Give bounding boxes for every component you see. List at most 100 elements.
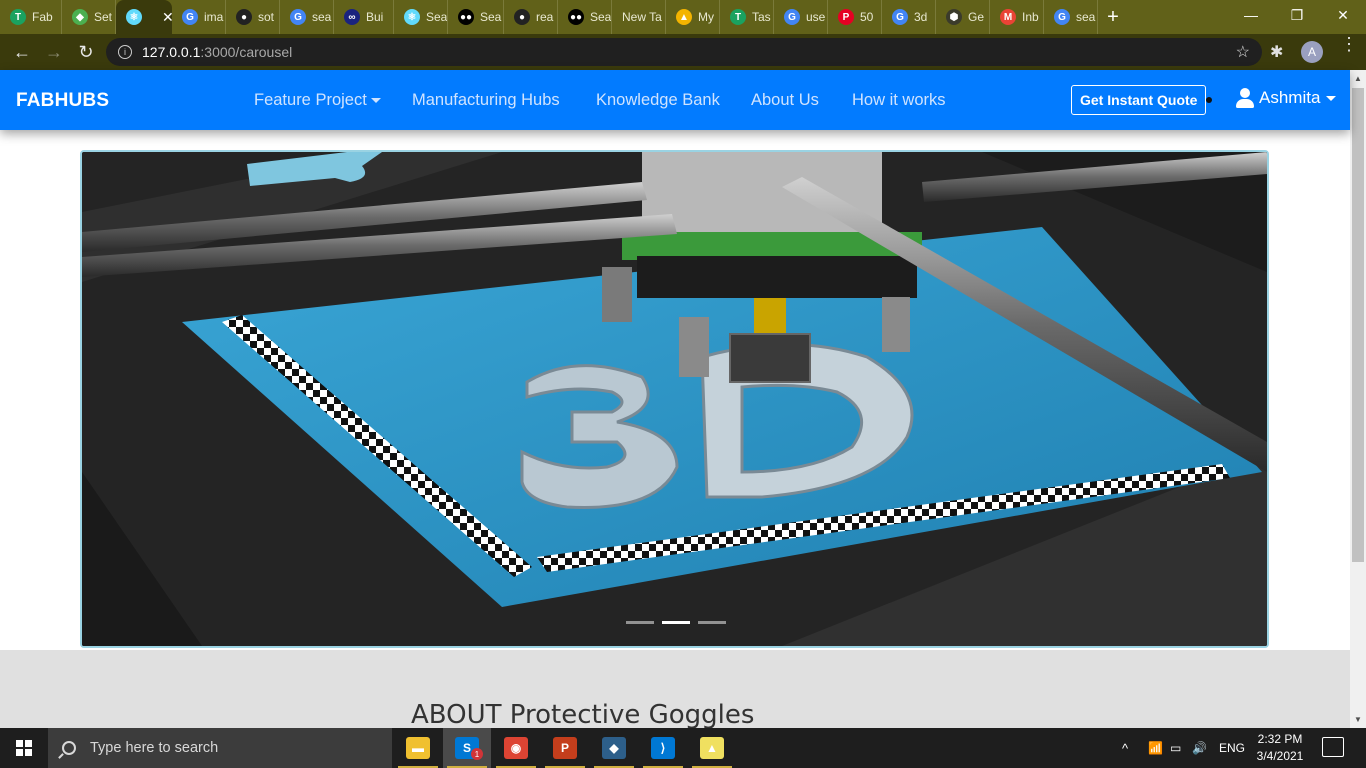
tab-label: ima (204, 10, 224, 24)
nav-feature-project[interactable]: Feature Project (254, 91, 381, 110)
tab-close-icon[interactable]: ✕ (162, 9, 172, 26)
browser-tab[interactable]: New Ta (612, 0, 666, 34)
browser-menu-icon[interactable]: ⋮ (1340, 35, 1358, 53)
battery-icon[interactable]: ▭ (1170, 728, 1181, 768)
system-clock[interactable]: 2:32 PM 3/4/2021 (1248, 731, 1312, 765)
browser-tab[interactable]: P 50 (828, 0, 882, 34)
browser-tab[interactable]: ∞ Bui (334, 0, 394, 34)
reload-button[interactable]: ↻ (70, 36, 102, 68)
browser-tab[interactable]: Gsea (1044, 0, 1098, 34)
taskbar-search[interactable]: Type here to search (48, 728, 392, 768)
taskbar-app-mysql-workbench[interactable]: ◆ (590, 728, 638, 768)
bookmark-star-icon[interactable]: ☆ (1236, 42, 1250, 62)
taskbar-app-chrome[interactable]: ◉ (492, 728, 540, 768)
taskbar-app-skype[interactable]: S1 (443, 728, 491, 768)
browser-tab[interactable]: G 3d (882, 0, 936, 34)
maximize-button[interactable]: ❐ (1274, 0, 1320, 30)
browser-tab[interactable]: ⚛ Sea (394, 0, 448, 34)
windows-taskbar: Type here to search ▬ S 1 ◉ P ◆ ⟩ ▲ ^ 📶 ▭ 🔊 ENG… (0, 728, 1366, 768)
taskbar-app-file-explorer[interactable]: ▬ (394, 728, 442, 768)
tab-label: sea (1076, 10, 1096, 24)
tab-label: My (698, 10, 714, 24)
tab-label: Tas (752, 10, 771, 24)
user-name: Ashmita (1259, 88, 1321, 107)
notification-center-icon[interactable] (1322, 737, 1344, 757)
browser-tab[interactable]: ● sot (226, 0, 280, 34)
browser-tab[interactable]: M Inb (990, 0, 1044, 34)
url-host: 127.0.0.1 (142, 44, 201, 60)
powerpoint-icon: P (553, 737, 577, 759)
taskbar-app-powerpoint[interactable]: P (541, 728, 589, 768)
browser-tab[interactable]: ⚛ ✕ (116, 0, 172, 34)
browser-tab[interactable]: Guse (774, 0, 828, 34)
site-brand[interactable]: FABHUBS (16, 90, 109, 112)
section-title: ABOUT Protective Goggles (411, 700, 755, 730)
taskbar-app-vscode[interactable]: ⟩ (639, 728, 687, 768)
site-info-icon[interactable]: i (118, 45, 132, 59)
page-scrollbar[interactable]: ▲ ▼ (1350, 70, 1366, 728)
extensions-icon[interactable]: ✱ (1270, 42, 1283, 62)
user-menu[interactable]: Ashmita (1236, 88, 1337, 108)
tab-favicon-icon: T (730, 9, 746, 25)
search-icon (62, 741, 76, 755)
browser-tab[interactable]: ⬢ Ge (936, 0, 990, 34)
tab-label: use (806, 10, 826, 24)
browser-tab[interactable]: T Fab (0, 0, 62, 34)
scrollbar-thumb[interactable] (1352, 88, 1364, 562)
browser-tab[interactable]: ◆ Set (62, 0, 116, 34)
taskbar-search-placeholder: Type here to search (90, 740, 219, 756)
chevron-down-icon (1326, 95, 1337, 101)
profile-avatar[interactable]: A (1301, 41, 1323, 63)
windows-logo-icon (16, 740, 32, 756)
volume-icon[interactable]: 🔊 (1192, 728, 1207, 768)
scroll-down-icon[interactable]: ▼ (1354, 715, 1362, 724)
address-bar[interactable]: i 127.0.0.1:3000/carousel ☆ (106, 38, 1262, 66)
tab-favicon-icon: T (10, 9, 26, 25)
browser-tab[interactable]: ▲ My (666, 0, 720, 34)
nav-feature-project-label: Feature Project (254, 91, 367, 109)
browser-tab[interactable]: Gsea (280, 0, 334, 34)
image-carousel[interactable] (80, 150, 1269, 648)
browser-tab[interactable]: ●● Sea (558, 0, 612, 34)
tab-label: New Ta (622, 10, 662, 24)
chrome-icon: ◉ (504, 737, 528, 759)
wifi-icon[interactable]: 📶 (1148, 728, 1163, 768)
tab-label: sea (312, 10, 332, 24)
browser-tab[interactable]: T Tas (720, 0, 774, 34)
back-button[interactable]: ← (6, 36, 38, 68)
tab-favicon-icon: G (290, 9, 306, 25)
browser-tab[interactable]: ●● Sea (448, 0, 504, 34)
tab-favicon-icon: ▲ (676, 9, 692, 25)
carousel-indicator[interactable] (662, 621, 690, 624)
start-button[interactable] (0, 728, 48, 768)
tab-favicon-icon: G (784, 9, 800, 25)
tab-favicon-icon: G (892, 9, 908, 25)
nav-manufacturing-hubs[interactable]: Manufacturing Hubs (412, 91, 560, 110)
tab-favicon-icon: ⚛ (404, 9, 420, 25)
tab-label: Sea (426, 10, 448, 24)
tab-label: rea (536, 10, 554, 24)
browser-tab[interactable]: ● rea (504, 0, 558, 34)
tab-favicon-icon: P (838, 9, 854, 25)
nav-about-us[interactable]: About Us (751, 91, 819, 110)
browser-tab-strip: T Fab ◆ Set ⚛ ✕ Gima ● sot Gsea ∞ Bui ⚛ Sea ●● Sea ● rea ●… (0, 0, 1366, 34)
close-window-button[interactable]: ✕ (1320, 0, 1366, 30)
minimize-button[interactable]: — (1228, 0, 1274, 30)
carousel-indicator[interactable] (626, 621, 654, 624)
tab-favicon-icon: ⬢ (946, 9, 962, 25)
show-hidden-icons[interactable]: ^ (1122, 728, 1128, 768)
taskbar-app-chart-app[interactable]: ▲ (688, 728, 736, 768)
nav-knowledge-bank[interactable]: Knowledge Bank (596, 91, 720, 110)
tab-favicon-icon: ● (514, 9, 530, 25)
language-indicator[interactable]: ENG (1219, 728, 1245, 768)
carousel-indicator[interactable] (698, 621, 726, 624)
nav-how-it-works[interactable]: How it works (852, 91, 946, 110)
scroll-up-icon[interactable]: ▲ (1354, 74, 1362, 83)
forward-button[interactable]: → (38, 36, 70, 68)
tab-favicon-icon: G (182, 9, 198, 25)
browser-tab[interactable]: Gima (172, 0, 226, 34)
tab-favicon-icon: ● (236, 9, 252, 25)
get-instant-quote-button[interactable]: Get Instant Quote (1071, 85, 1207, 115)
new-tab-button[interactable]: + (1098, 6, 1128, 29)
mysql-workbench-icon: ◆ (602, 737, 626, 759)
